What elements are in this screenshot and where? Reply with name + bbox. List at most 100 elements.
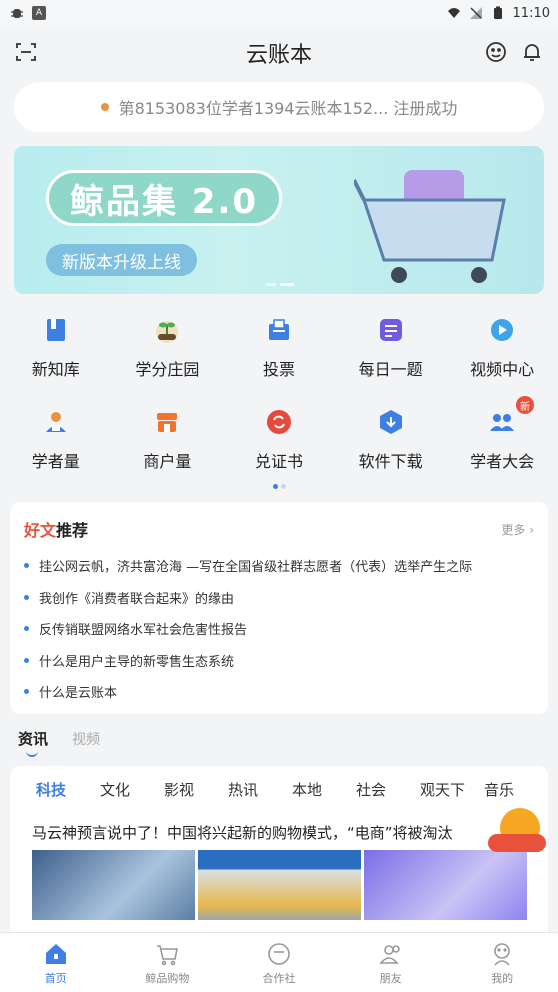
category-tab[interactable]: 本地 [292, 779, 356, 800]
grid-item-label: 每日一题 [358, 360, 423, 379]
category-tab[interactable]: 科技 [36, 779, 100, 800]
grid-row: 学者量 商户量 兑证书 软件下载 学者大会 新 [0, 396, 558, 492]
grid-item-label: 兑证书 [254, 452, 303, 471]
book-icon [46, 319, 65, 341]
nav-home[interactable]: 首页 [0, 933, 112, 992]
category-tab[interactable]: 热讯 [228, 779, 292, 800]
grid-item-label: 学者大会 [470, 452, 535, 471]
page-title: 云账本 [245, 43, 312, 68]
new-badge: 新 [515, 396, 534, 414]
category-tab[interactable]: 观天下 [420, 779, 484, 800]
plant-icon [156, 321, 179, 343]
article-title: 我创作《消费者联合起来》的缘由 [39, 591, 235, 607]
grid-pager [273, 484, 286, 489]
article-item[interactable]: 什么是云账本 [24, 676, 534, 708]
service-icon[interactable] [484, 40, 508, 64]
feed-tabs: 资讯 视频 [18, 728, 100, 757]
category-tab[interactable]: 社会 [356, 779, 420, 800]
article-item[interactable]: 我创作《消费者联合起来》的缘由 [24, 582, 534, 614]
cart-icon [157, 945, 179, 966]
bug-icon [11, 9, 23, 18]
nav-cooperative[interactable]: 合作社 [223, 933, 335, 992]
download-icon [379, 410, 402, 434]
grid-item-scholar-count[interactable]: 学者量 [0, 400, 112, 492]
title-bar: 云账本 [0, 26, 558, 80]
news-image [198, 850, 361, 920]
bell-icon[interactable] [520, 40, 544, 64]
exchange-icon [266, 410, 291, 434]
grid-item-redeem-certificate[interactable]: 兑证书 [223, 400, 335, 492]
grid-item-software-download[interactable]: 软件下载 [335, 400, 447, 492]
category-tab[interactable]: 影视 [164, 779, 228, 800]
shop-icon [157, 413, 178, 432]
nav-shopping[interactable]: 鲸品购物 [112, 933, 224, 992]
grid-item-scholar-conference[interactable]: 学者大会 新 [446, 396, 558, 492]
title-highlight: 好文 [24, 521, 57, 540]
home-icon [45, 944, 66, 964]
nav-label: 首页 [44, 972, 67, 985]
grid-item-daily-question[interactable]: 每日一题 [335, 308, 447, 400]
news-feed: 科技 文化 影视 热讯 本地 社会 观天下 音乐 马云神预言说中了！中国将兴起新… [10, 766, 548, 938]
category-tab[interactable]: 文化 [100, 779, 164, 800]
list-icon [379, 319, 402, 341]
cooperative-icon [268, 943, 290, 965]
grid-item-video-center[interactable]: 视频中心 [446, 308, 558, 400]
article-item[interactable]: 挂公网云帆，济共富沧海 —写在全国省级社群志愿者（代表）选举产生之际 [24, 550, 534, 582]
bullet-icon [24, 563, 29, 569]
news-image [364, 850, 527, 920]
bullet-icon [24, 626, 29, 632]
tab-news[interactable]: 资讯 [18, 728, 48, 757]
status-time: 11:10 [512, 5, 550, 21]
banner-title: 鲸品集 2.0 [69, 181, 259, 222]
bullet-icon [24, 689, 29, 695]
grid-item-label: 视频中心 [470, 360, 535, 379]
grid-item-label: 投票 [262, 360, 295, 379]
scholar-icon [45, 412, 66, 432]
more-link[interactable]: 更多 › [501, 521, 534, 538]
bullet-icon [24, 594, 29, 600]
battery-icon [493, 6, 502, 19]
title-rest: 推荐 [56, 521, 89, 540]
article-title: 挂公网云帆，济共富沧海 —写在全国省级社群志愿者（代表）选举产生之际 [39, 560, 473, 576]
a-notification-icon: A [32, 6, 46, 20]
grid-item-label: 学者量 [31, 452, 80, 471]
wifi-icon [447, 8, 460, 18]
signal-off-icon [469, 7, 482, 19]
nav-label: 我的 [491, 972, 514, 985]
news-images[interactable] [32, 850, 527, 920]
recommended-articles: 好文推荐 更多 › 挂公网云帆，济共富沧海 —写在全国省级社群志愿者（代表）选举… [10, 502, 548, 714]
nav-profile[interactable]: 我的 [446, 933, 558, 992]
bullet-icon [24, 657, 29, 663]
video-icon [491, 319, 514, 341]
bottom-nav: 首页 鲸品购物 合作社 朋友 我的 [0, 932, 558, 992]
grid-item-label: 新知库 [31, 360, 80, 379]
hot-activity-icon[interactable] [486, 804, 548, 858]
registration-notice[interactable]: 第8153083位学者1394云账本152... 注册成功 [14, 82, 544, 132]
grid-item-label: 软件下载 [358, 452, 423, 471]
profile-icon [494, 943, 510, 966]
nav-label: 鲸品购物 [145, 972, 190, 985]
category-tab[interactable]: 音乐 [484, 779, 548, 800]
grid-item-merchant-count[interactable]: 商户量 [112, 400, 224, 492]
article-title: 什么是云账本 [39, 686, 118, 702]
scan-icon[interactable] [14, 40, 38, 64]
group-icon [490, 414, 515, 431]
shopping-cart-icon [354, 170, 506, 283]
article-item[interactable]: 反传销联盟网络水军社会危害性报告 [24, 613, 534, 645]
article-item[interactable]: 什么是用户主导的新零售生态系统 [24, 645, 534, 677]
promo-banner[interactable]: 鲸品集 2.0 新版本升级上线 [14, 146, 544, 294]
grid-item-credit-farm[interactable]: 学分庄园 [112, 308, 224, 400]
banner-subtitle: 新版本升级上线 [46, 244, 197, 276]
grid-item-vote[interactable]: 投票 [223, 308, 335, 400]
article-title: 反传销联盟网络水军社会危害性报告 [39, 623, 248, 639]
news-image [32, 850, 195, 920]
grid-row: 新知库 学分庄园 投票 每日一题 视频中心 [0, 308, 558, 400]
nav-friends[interactable]: 朋友 [335, 933, 447, 992]
tab-video[interactable]: 视频 [72, 729, 100, 749]
friends-icon [378, 945, 400, 964]
nav-label: 合作社 [262, 972, 296, 985]
grid-item-knowledge[interactable]: 新知库 [0, 308, 112, 400]
news-title[interactable]: 马云神预言说中了！中国将兴起新的购物模式，“电商”将被淘汰 [32, 822, 453, 843]
notice-text: 第8153083位学者1394云账本152... 注册成功 [118, 99, 458, 118]
article-title: 什么是用户主导的新零售生态系统 [39, 654, 235, 670]
